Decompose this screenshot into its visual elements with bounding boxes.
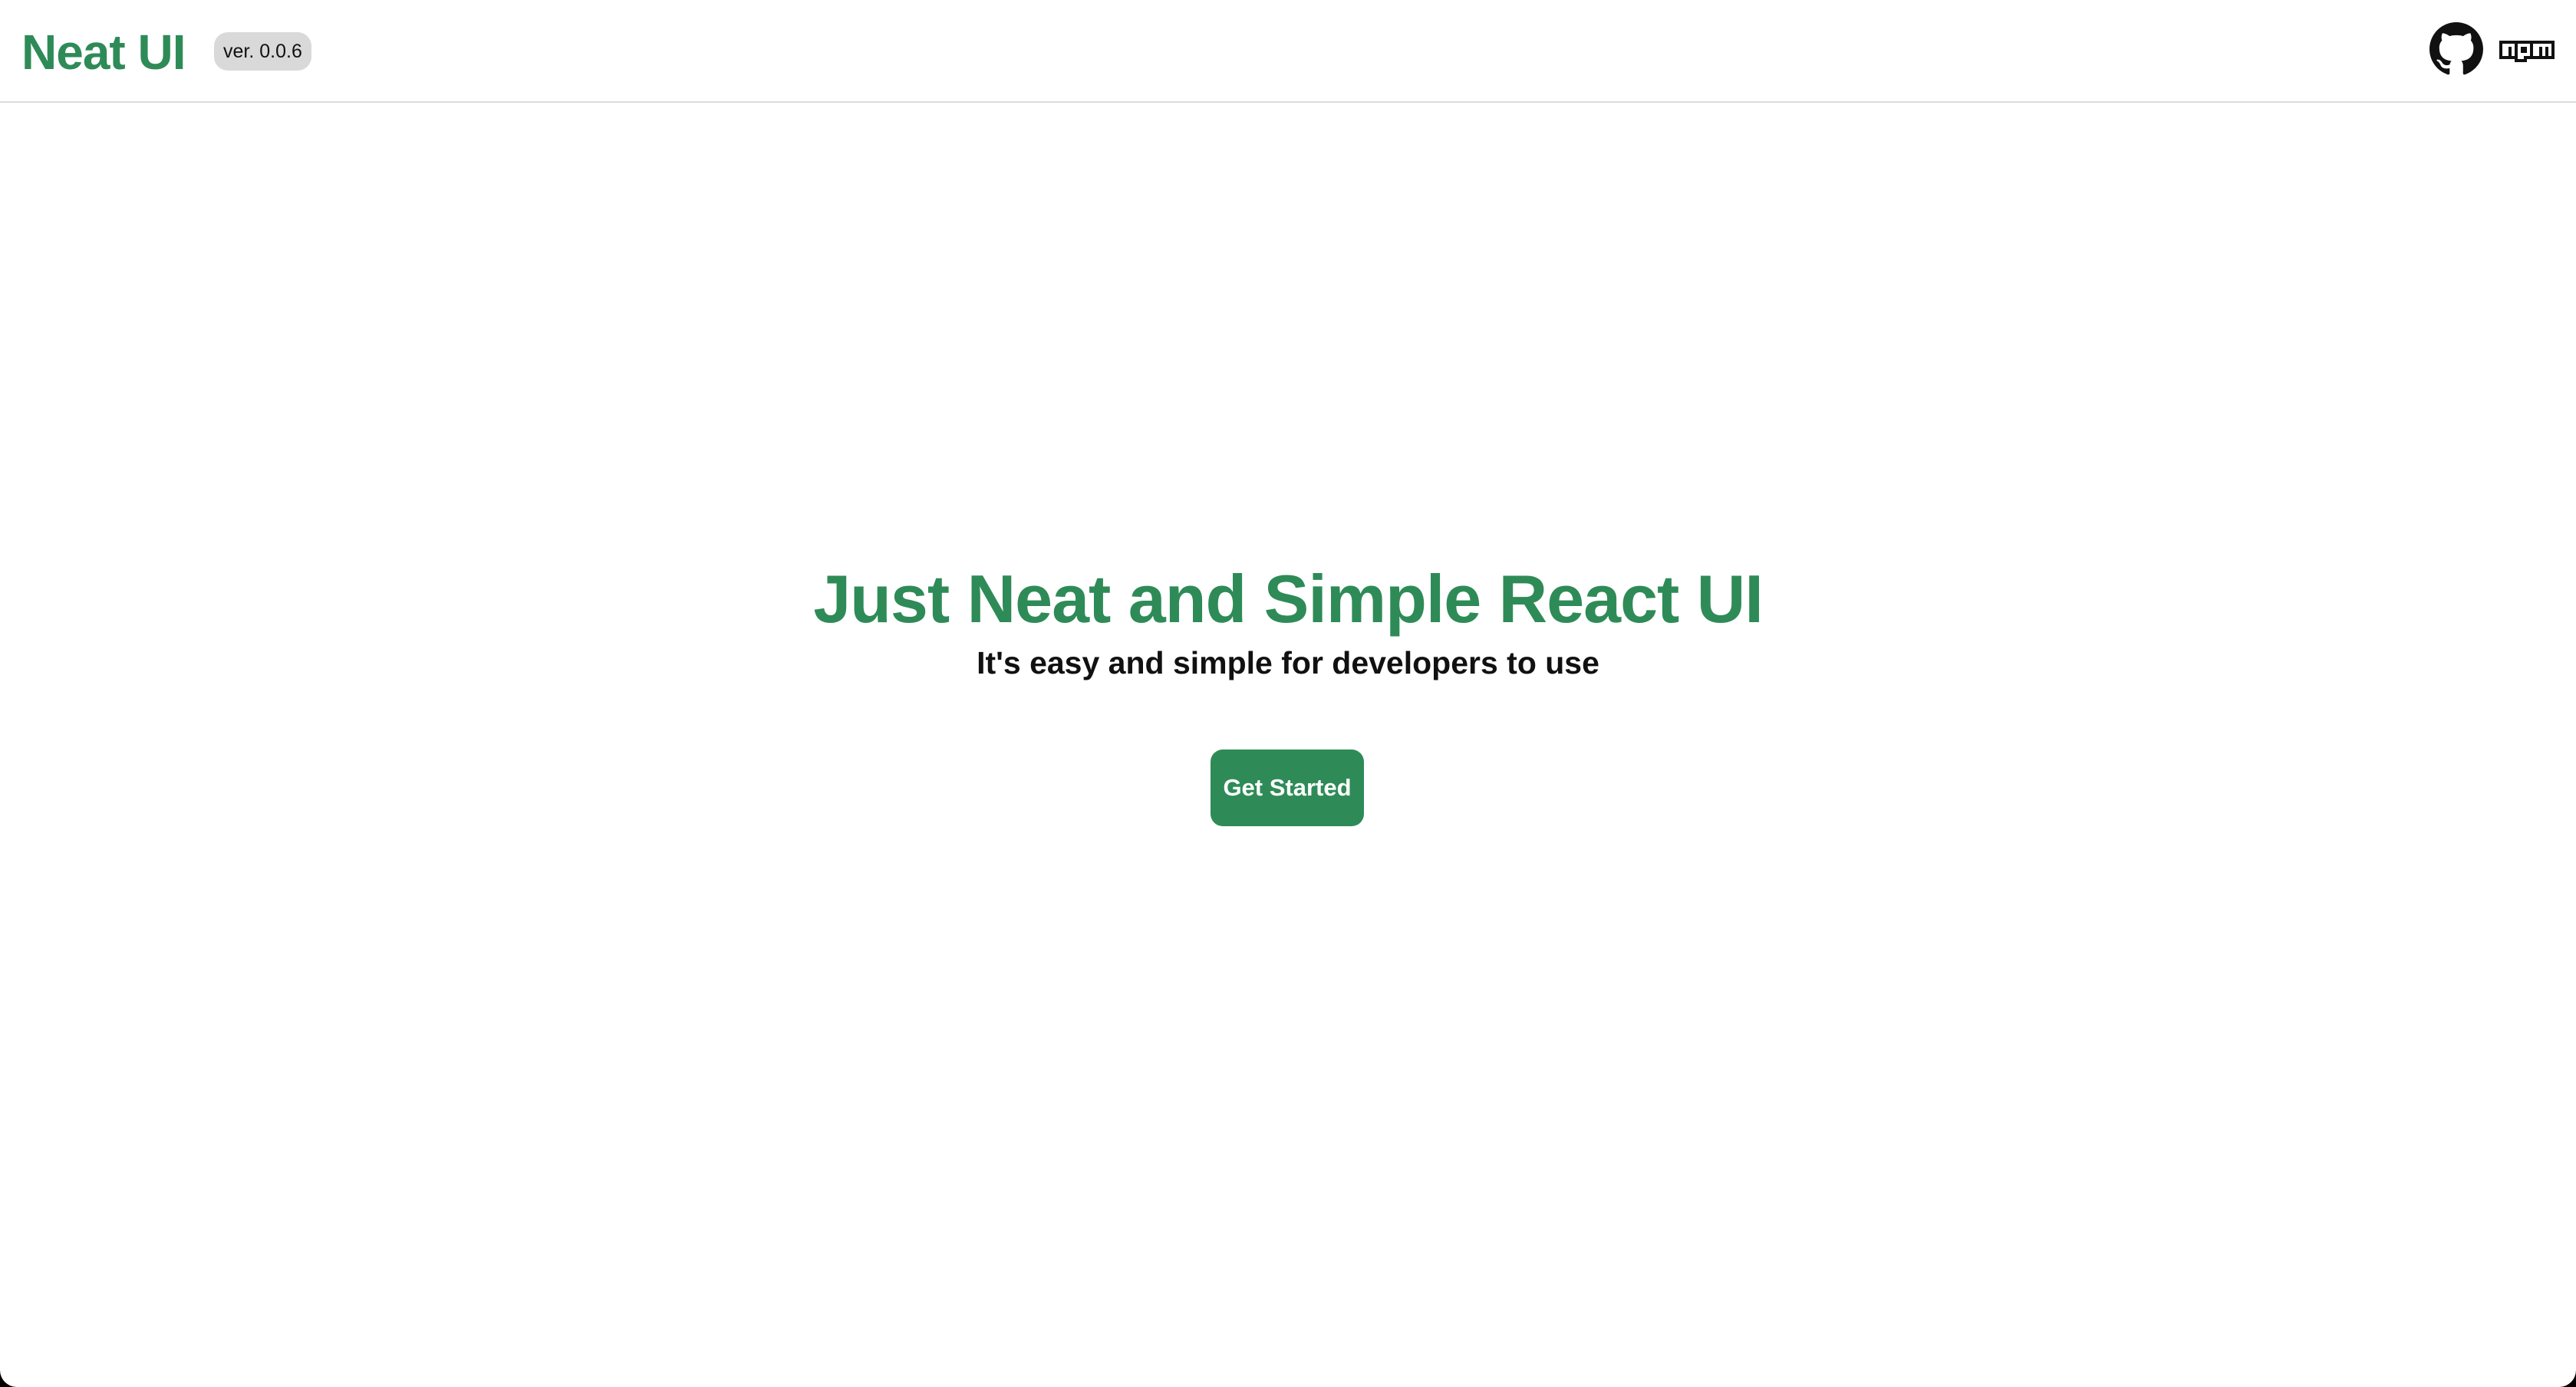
hero-subtitle: It's easy and simple for developers to u… <box>977 645 1599 680</box>
version-badge: ver. 0.0.6 <box>214 32 311 71</box>
npm-icon <box>2499 41 2555 62</box>
hero-section: Just Neat and Simple React UI It's easy … <box>0 557 2576 684</box>
github-link[interactable] <box>2429 22 2483 76</box>
brand-logo[interactable]: Neat UI <box>21 21 186 83</box>
top-navbar: Neat UI ver. 0.0.6 <box>0 0 2576 103</box>
hero-title: Just Neat and Simple React UI <box>813 561 1764 637</box>
get-started-button[interactable]: Get Started <box>1211 750 1364 826</box>
app-window: Neat UI ver. 0.0.6 Just Neat and Simple … <box>0 0 2576 1387</box>
npm-link[interactable] <box>2499 41 2555 62</box>
github-icon <box>2429 22 2483 75</box>
